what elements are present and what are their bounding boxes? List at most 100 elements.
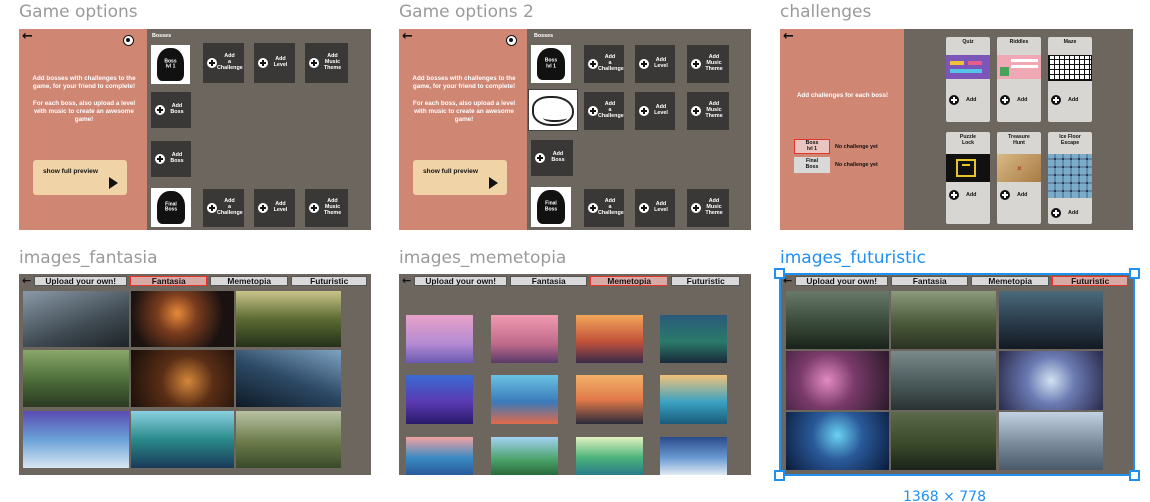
meme-image-12[interactable] <box>660 437 727 475</box>
meme-image-10[interactable] <box>491 437 558 475</box>
meme-image-3[interactable] <box>576 315 643 363</box>
boss-lvl1-button[interactable]: Boss lvl 1 <box>794 139 830 154</box>
back-arrow-icon[interactable]: ← <box>22 275 31 286</box>
boss-lvl1-image[interactable]: Boss lvl 1 <box>531 45 571 83</box>
resize-handle-top-right[interactable] <box>1129 268 1140 279</box>
add-boss-button[interactable]: Add Boss <box>151 141 191 177</box>
frame-game-options[interactable]: ← Add bosses with challenges to the game… <box>19 29 371 230</box>
frame-label-images-futuristic[interactable]: images_futuristic <box>780 248 926 268</box>
fantasy-image-3[interactable] <box>236 291 341 347</box>
plus-icon <box>155 154 165 164</box>
final-boss-image[interactable]: Final Boss <box>531 187 571 227</box>
card-title: Ice Floor Escape <box>1059 134 1081 146</box>
frame-label-game-options-2[interactable]: Game options 2 <box>399 2 534 22</box>
frame-label-images-memetopia[interactable]: images_memetopia <box>399 248 566 268</box>
fantasy-image-7[interactable] <box>23 411 129 468</box>
profile-icon[interactable] <box>123 35 134 46</box>
meme-image-2[interactable] <box>491 315 558 363</box>
add-challenge-button[interactable]: Add a Challenge <box>203 189 244 227</box>
meme-image-7[interactable] <box>576 375 643 424</box>
back-arrow-icon[interactable]: ← <box>402 275 411 286</box>
tab-memetopia[interactable]: Memetopia <box>590 275 669 286</box>
bosses-title: Bosses <box>152 33 172 39</box>
no-challenge-text: No challenge yet <box>835 162 878 168</box>
add-music-button[interactable]: Add Music Theme <box>687 92 729 130</box>
meme-image-1[interactable] <box>406 315 473 363</box>
tab-futuristic[interactable]: Futuristic <box>671 275 741 286</box>
add-level-button[interactable]: Add Level <box>635 189 675 227</box>
add-level-button[interactable]: Add Level <box>635 92 675 130</box>
challenge-card-riddles[interactable]: Riddles Add <box>997 37 1041 122</box>
frame-images-memetopia[interactable]: ← Upload your own! Fantasia Memetopia Fu… <box>399 274 751 475</box>
back-arrow-icon[interactable]: ← <box>783 30 794 43</box>
add-challenge-button[interactable]: Add a Challenge <box>584 189 624 227</box>
fantasy-image-9[interactable] <box>236 411 341 468</box>
left-panel: ← Add bosses with challenges to the game… <box>399 29 527 230</box>
fantasy-image-5[interactable] <box>131 350 234 407</box>
frame-label-images-fantasia[interactable]: images_fantasia <box>19 248 158 268</box>
fantasy-image-2[interactable] <box>131 291 234 347</box>
tab-memetopia[interactable]: Memetopia <box>210 275 289 286</box>
challenge-card-treasure-hunt[interactable]: Treasure Hunt × Add <box>997 132 1041 224</box>
fantasy-image-8[interactable] <box>131 411 234 468</box>
challenge-card-puzzle-lock[interactable]: Puzzle Lock Add <box>946 132 990 224</box>
ice-floor-thumbnail <box>1048 154 1092 198</box>
meme-image-4[interactable] <box>660 315 727 363</box>
challenge-card-maze[interactable]: Maze Add <box>1048 37 1092 122</box>
plus-icon <box>207 203 217 213</box>
final-boss-label: Final Boss <box>544 200 558 212</box>
fantasy-image-4[interactable] <box>23 350 129 407</box>
meme-image-6[interactable] <box>491 375 558 424</box>
frame-label-game-options[interactable]: Game options <box>19 2 138 22</box>
challenge-card-ice-floor-escape[interactable]: Ice Floor Escape Add <box>1048 132 1092 224</box>
meme-image-8[interactable] <box>660 375 727 424</box>
profile-icon[interactable] <box>506 35 517 46</box>
add-music-label: Add Music Theme <box>705 54 723 72</box>
add-level-button[interactable]: Add Level <box>635 45 675 83</box>
design-canvas[interactable]: { "frames": { "game_options": "Game opti… <box>0 0 1150 502</box>
resize-handle-bottom-left[interactable] <box>774 470 785 481</box>
final-boss-button[interactable]: Final Boss <box>794 157 830 173</box>
tab-upload[interactable]: Upload your own! <box>414 275 508 286</box>
final-boss-image[interactable]: Final Boss <box>151 188 191 227</box>
selection-box[interactable] <box>779 273 1135 476</box>
add-boss-button[interactable]: Add Boss <box>531 140 573 176</box>
resize-handle-top-left[interactable] <box>774 268 785 279</box>
fantasy-image-1[interactable] <box>23 291 129 347</box>
meme-image-9[interactable] <box>406 437 473 475</box>
add-level-button[interactable]: Add Level <box>254 43 295 83</box>
tab-futuristic[interactable]: Futuristic <box>291 275 368 286</box>
add-music-label: Add Music Theme <box>705 198 723 216</box>
add-music-button[interactable]: Add Music Theme <box>687 45 729 83</box>
tab-upload[interactable]: Upload your own! <box>34 275 128 286</box>
add-music-button[interactable]: Add Music Theme <box>687 189 729 227</box>
plus-icon <box>691 59 701 69</box>
meme-image-11[interactable] <box>576 437 643 475</box>
plus-icon <box>588 203 598 213</box>
fantasy-image-6[interactable] <box>236 350 341 407</box>
card-title: Maze <box>1063 39 1077 45</box>
frame-images-fantasia[interactable]: ← Upload your own! Fantasia Memetopia Fu… <box>19 274 371 475</box>
add-boss-button[interactable]: Add Boss <box>151 92 191 128</box>
show-preview-button[interactable]: show full preview <box>33 160 127 195</box>
back-arrow-icon[interactable]: ← <box>402 30 413 43</box>
add-challenge-button[interactable]: Add a Challenge <box>203 43 244 83</box>
add-challenge-button[interactable]: Add a Challenge <box>584 45 624 83</box>
add-level-button[interactable]: Add Level <box>254 189 295 227</box>
challenge-card-quiz[interactable]: Quiz Add <box>946 37 990 122</box>
frame-game-options-2[interactable]: ← Add bosses with challenges to the game… <box>399 29 751 230</box>
tab-fantasia[interactable]: Fantasia <box>510 275 588 286</box>
add-music-button[interactable]: Add Music Theme <box>305 43 348 83</box>
meme-image-5[interactable] <box>406 375 473 424</box>
frame-label-challenges[interactable]: challenges <box>780 2 871 22</box>
show-preview-button[interactable]: show full preview <box>413 160 507 195</box>
resize-handle-bottom-right[interactable] <box>1129 470 1140 481</box>
troll-face-image[interactable] <box>528 89 578 131</box>
frame-challenges[interactable]: ← Add challenges for each boss! Boss lvl… <box>780 29 1133 230</box>
plus-icon <box>691 106 701 116</box>
boss-lvl1-image[interactable]: Boss lvl 1 <box>151 45 190 84</box>
add-music-button[interactable]: Add Music Theme <box>305 189 348 227</box>
back-arrow-icon[interactable]: ← <box>22 30 33 43</box>
tab-fantasia[interactable]: Fantasia <box>130 275 208 286</box>
add-challenge-button[interactable]: Add a Challenge <box>584 92 624 130</box>
